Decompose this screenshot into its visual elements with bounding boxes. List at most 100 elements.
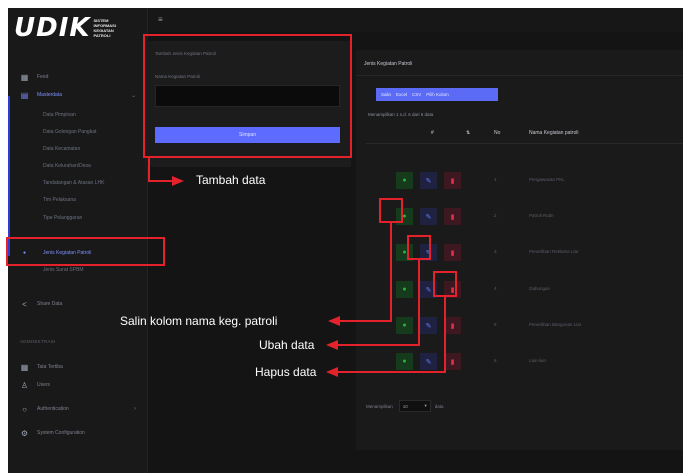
copy-button[interactable]: ● bbox=[396, 353, 413, 370]
trash-icon: ▮ bbox=[450, 322, 455, 330]
sidebar-item-users[interactable]: ♙ Users bbox=[8, 378, 148, 392]
sidebar-item-tipe-pelanggaran[interactable]: Tipe Pelanggaran bbox=[8, 211, 148, 225]
table-row: ● ✎ ▮ 3 Penertiban Reklame Liar bbox=[366, 234, 683, 270]
edit-button[interactable]: ✎ bbox=[420, 353, 437, 370]
copy-icon: ● bbox=[402, 322, 407, 329]
chevron-down-icon: ▾ bbox=[424, 403, 427, 408]
form-field-label: Nama Kegiatan Patroli bbox=[155, 74, 201, 79]
edit-button[interactable]: ✎ bbox=[420, 244, 437, 261]
trash-icon: ▮ bbox=[450, 286, 455, 294]
sidebar-item-jenis-surat[interactable]: Jenis Surat SPBM bbox=[8, 263, 148, 277]
footer-suffix: data bbox=[434, 403, 444, 409]
logo-wordmark: UDIK bbox=[14, 13, 91, 43]
sidebar-item-share-data[interactable]: < Share Data bbox=[8, 297, 148, 311]
sidebar-item-tata-tertiba[interactable]: ▦ Tata Tertiba bbox=[8, 360, 148, 374]
export-excel-button[interactable]: Excel bbox=[396, 92, 407, 97]
sidebar-item-data-pimpinan[interactable]: Data Pimpinan bbox=[8, 108, 148, 122]
delete-button[interactable]: ▮ bbox=[444, 281, 461, 298]
sidebar-item-data-kecamatan[interactable]: Data Kecamatan bbox=[8, 142, 148, 156]
table-row: ● ✎ ▮ 5 Penertiban Bangunan Liar bbox=[366, 307, 683, 343]
copy-icon: ● bbox=[402, 358, 407, 365]
form-subtitle: Tambah Jenis Kegiatan Patroli bbox=[155, 51, 216, 56]
copy-button[interactable]: ● bbox=[396, 208, 413, 225]
sidebar-item-tim-pelaksana[interactable]: Tim Pelaksana bbox=[8, 193, 148, 207]
cell-no: 3 bbox=[494, 249, 497, 254]
sort-icon[interactable]: ⇅ bbox=[466, 130, 470, 136]
top-bar: ≡ bbox=[148, 8, 683, 32]
cell-no: 4 bbox=[494, 286, 497, 291]
column-header-aksi[interactable]: # bbox=[431, 130, 434, 136]
user-icon: ♙ bbox=[20, 380, 29, 390]
sidebar-item-jenis-kegiatan-patroli[interactable]: ● Jenis Kegiatan Patroli bbox=[8, 246, 148, 260]
cell-no: 1 bbox=[494, 177, 497, 182]
lock-icon: ○ bbox=[22, 404, 27, 414]
chevron-right-icon: › bbox=[134, 406, 136, 412]
nama-kegiatan-input[interactable] bbox=[155, 85, 340, 107]
pencil-icon: ✎ bbox=[425, 249, 432, 257]
copy-button[interactable]: ● bbox=[396, 244, 413, 261]
sidebar: UDIK SISTEM INFORMASI KEGIATAN PATROLI ▦… bbox=[8, 8, 148, 473]
pencil-icon: ✎ bbox=[425, 322, 432, 330]
page-size-select[interactable]: 10 ▾ bbox=[398, 400, 431, 412]
cell-nama: Penertiban Bangunan Liar bbox=[529, 322, 582, 327]
gear-icon: ⚙ bbox=[20, 428, 29, 438]
cell-nama: Pengawasan PKL bbox=[529, 177, 565, 182]
trash-icon: ▮ bbox=[450, 249, 455, 257]
table-header: # ⇅ No Nama Kegiatan patroli bbox=[366, 122, 683, 144]
callout-hapus-data: Hapus data bbox=[255, 365, 317, 379]
edit-button[interactable]: ✎ bbox=[420, 172, 437, 189]
logo-subtitle: SISTEM INFORMASI KEGIATAN PATROLI bbox=[93, 18, 116, 38]
delete-button[interactable]: ▮ bbox=[444, 317, 461, 334]
hamburger-menu-icon[interactable]: ≡ bbox=[158, 16, 163, 24]
sidebar-item-data-golongan[interactable]: Data Golongan Pangkat bbox=[8, 125, 148, 139]
table-row: ● ✎ ▮ 6 Lain-lain bbox=[366, 343, 683, 379]
app-logo: UDIK SISTEM INFORMASI KEGIATAN PATROLI bbox=[14, 14, 116, 42]
export-button-group: Salin Excel CSV Pilih Kolom bbox=[376, 88, 498, 101]
share-icon: < bbox=[22, 299, 27, 309]
cell-nama: Penertiban Reklame Liar bbox=[529, 249, 579, 254]
app-window: UDIK SISTEM INFORMASI KEGIATAN PATROLI ▦… bbox=[8, 8, 683, 473]
column-header-no[interactable]: No bbox=[494, 130, 500, 136]
cell-nama: Lain-lain bbox=[529, 358, 547, 363]
copy-icon: ● bbox=[402, 249, 407, 256]
sidebar-item-data-kelurahan[interactable]: Data Kelurahan/Desa bbox=[8, 159, 148, 173]
pencil-icon: ✎ bbox=[425, 177, 432, 185]
copy-button[interactable]: ● bbox=[396, 317, 413, 334]
export-copy-button[interactable]: Salin bbox=[381, 92, 391, 97]
delete-button[interactable]: ▮ bbox=[444, 244, 461, 261]
sidebar-item-masterdata[interactable]: ▤ Masterdata ⌄ bbox=[8, 88, 148, 102]
callout-salin: Salin kolom nama keg. patroli bbox=[120, 314, 278, 328]
add-form-card: Tambah Jenis Kegiatan Patroli Nama Kegia… bbox=[145, 41, 351, 167]
table-row: ● ✎ ▮ 4 Gabungan bbox=[366, 271, 683, 307]
bullet-icon: ● bbox=[22, 250, 27, 256]
table-row: ● ✎ ▮ 1 Pengawasan PKL bbox=[366, 162, 683, 198]
pencil-icon: ✎ bbox=[425, 286, 432, 294]
cell-no: 6 bbox=[494, 358, 497, 363]
table-title: Jenis Kegiatan Patroli bbox=[364, 61, 413, 67]
callout-tambah-data: Tambah data bbox=[196, 173, 266, 187]
trash-icon: ▮ bbox=[450, 213, 455, 221]
sidebar-item-feed[interactable]: ▦ Feed bbox=[8, 70, 148, 84]
export-csv-button[interactable]: CSV bbox=[412, 92, 421, 97]
table-card: Jenis Kegiatan Patroli Salin Excel CSV P… bbox=[356, 50, 683, 450]
copy-icon: ● bbox=[402, 177, 407, 184]
sidebar-item-authentication[interactable]: ○ Authentication › bbox=[8, 402, 148, 416]
table-row: ● ✎ ▮ 2 Patroli Rutin bbox=[366, 198, 683, 234]
column-header-nama[interactable]: Nama Kegiatan patroli bbox=[529, 130, 578, 136]
trash-icon: ▮ bbox=[450, 177, 455, 185]
sidebar-item-system-configuration[interactable]: ⚙ System Configuration bbox=[8, 426, 148, 440]
copy-button[interactable]: ● bbox=[396, 172, 413, 189]
edit-button[interactable]: ✎ bbox=[420, 281, 437, 298]
column-visibility-button[interactable]: Pilih Kolom bbox=[426, 92, 449, 97]
copy-button[interactable]: ● bbox=[396, 281, 413, 298]
delete-button[interactable]: ▮ bbox=[444, 353, 461, 370]
submit-button[interactable]: Simpan bbox=[155, 127, 340, 143]
edit-button[interactable]: ✎ bbox=[420, 317, 437, 334]
sidebar-item-tandatangan[interactable]: Tandatangan & Atasan LHK bbox=[8, 176, 148, 190]
showing-info: Menampilkan 1 s.d. 6 dari 6 data bbox=[368, 112, 434, 117]
delete-button[interactable]: ▮ bbox=[444, 172, 461, 189]
delete-button[interactable]: ▮ bbox=[444, 208, 461, 225]
edit-button[interactable]: ✎ bbox=[420, 208, 437, 225]
cell-nama: Patroli Rutin bbox=[529, 213, 554, 218]
user-group-icon: ▦ bbox=[20, 362, 29, 372]
